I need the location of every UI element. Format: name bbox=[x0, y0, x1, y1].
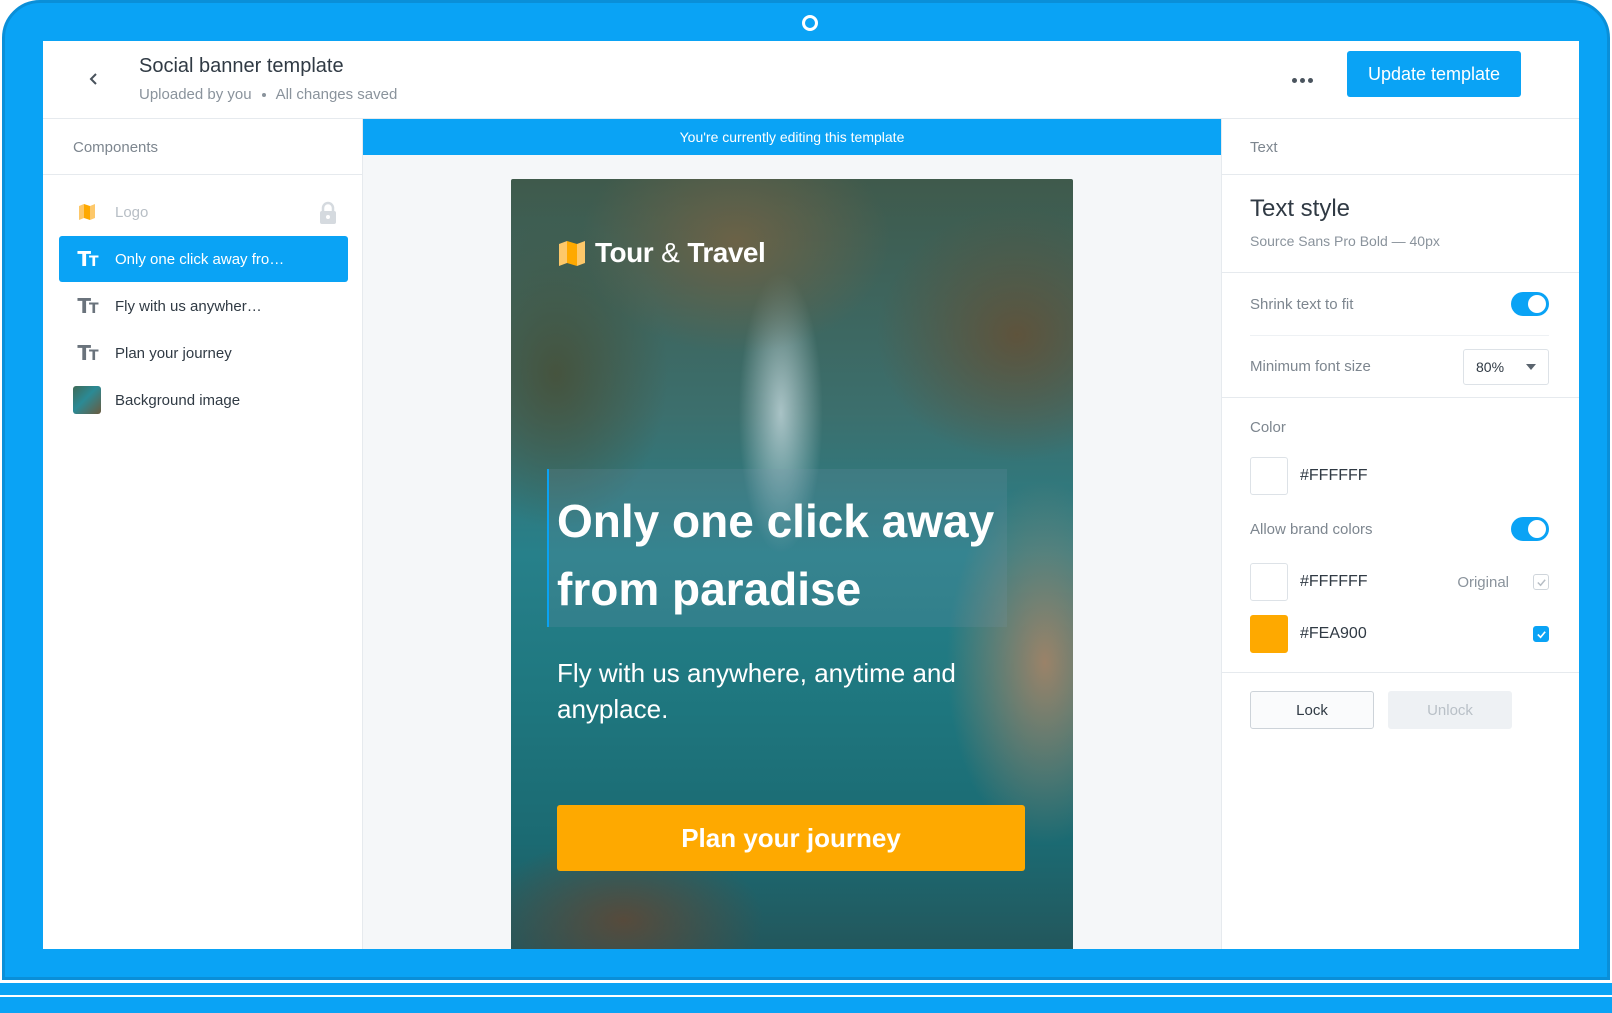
update-template-button[interactable]: Update template bbox=[1347, 51, 1521, 97]
brand-hex-orange: #FEA900 bbox=[1300, 625, 1367, 642]
document-meta: Uploaded by you All changes saved bbox=[139, 86, 397, 103]
component-item-subline[interactable]: TT Fly with us anywher… bbox=[59, 283, 348, 329]
more-horizontal-icon bbox=[1291, 77, 1297, 83]
color-label: Color bbox=[1250, 418, 1286, 436]
device-frame: Social banner template Uploaded by you A… bbox=[2, 0, 1610, 980]
banner-cta-button[interactable]: Plan your journey bbox=[557, 805, 1025, 871]
shrink-toggle[interactable] bbox=[1511, 292, 1549, 316]
text-icon: TT bbox=[73, 339, 101, 367]
lock-buttons: Lock Unlock bbox=[1222, 673, 1579, 729]
back-button[interactable] bbox=[79, 61, 109, 97]
shrink-row: Shrink text to fit bbox=[1250, 273, 1549, 335]
banner-subline[interactable]: Fly with us anywhere, anytime and anypla… bbox=[557, 655, 957, 727]
device-base bbox=[0, 983, 1612, 1013]
banner-logo[interactable]: Tour & Travel bbox=[557, 237, 766, 269]
unlock-button[interactable]: Unlock bbox=[1388, 691, 1512, 729]
social-banner-preview[interactable]: Tour & Travel Only one click away from p… bbox=[511, 179, 1073, 949]
chevron-left-icon bbox=[89, 73, 97, 85]
current-color-row[interactable]: #FFFFFF bbox=[1250, 450, 1549, 502]
brand-colors-row: Allow brand colors bbox=[1250, 502, 1549, 556]
background-thumbnail bbox=[73, 386, 101, 414]
component-item-headline[interactable]: TT Only one click away fro… bbox=[59, 236, 348, 282]
logo-text-tour: Tour bbox=[595, 237, 654, 268]
properties-heading: Text bbox=[1222, 119, 1579, 175]
camera-icon bbox=[802, 15, 818, 31]
text-glyph: TT bbox=[77, 294, 98, 318]
uploaded-by: Uploaded by you bbox=[139, 86, 252, 103]
min-font-value: 80% bbox=[1476, 358, 1505, 375]
text-style-title: Text style bbox=[1250, 195, 1351, 222]
brand-color-row-white: #FFFFFF Original bbox=[1250, 556, 1549, 608]
color-hex: #FFFFFF bbox=[1300, 467, 1368, 484]
document-title: Social banner template bbox=[139, 55, 344, 77]
lock-button[interactable]: Lock bbox=[1250, 691, 1374, 729]
text-icon: TT bbox=[73, 292, 101, 320]
save-status: All changes saved bbox=[275, 86, 398, 103]
shrink-label: Shrink text to fit bbox=[1250, 295, 1354, 313]
text-icon: TT bbox=[73, 245, 101, 273]
text-glyph: TT bbox=[77, 247, 98, 271]
map-logo-icon bbox=[559, 241, 585, 266]
more-dot bbox=[1307, 77, 1313, 83]
banner-headline[interactable]: Only one click away from paradise bbox=[557, 487, 1017, 623]
canvas-area: You're currently editing this template T… bbox=[363, 119, 1221, 949]
more-options-button[interactable] bbox=[1285, 65, 1319, 95]
min-font-row: Minimum font size 80% bbox=[1250, 335, 1549, 397]
title-block: Social banner template Uploaded by you A… bbox=[139, 55, 397, 103]
component-label: Background image bbox=[115, 391, 241, 409]
properties-panel: Text Text style Source Sans Pro Bold — 4… bbox=[1221, 119, 1579, 949]
components-panel: Components Logo TT Only one click away f… bbox=[43, 119, 363, 949]
original-label: Original bbox=[1457, 573, 1509, 591]
brand-colors-toggle[interactable] bbox=[1511, 517, 1549, 541]
text-style-font: Source Sans Pro Bold — 40px bbox=[1250, 233, 1440, 249]
color-section: Color #FFFFFF Allow brand colors #FFFFFF… bbox=[1222, 398, 1579, 673]
brand-swatch-white[interactable] bbox=[1250, 563, 1288, 601]
brand-swatch-orange[interactable] bbox=[1250, 615, 1288, 653]
component-label: Plan your journey bbox=[115, 344, 232, 362]
component-item-logo[interactable]: Logo bbox=[59, 189, 348, 235]
app-screen: Social banner template Uploaded by you A… bbox=[43, 41, 1579, 949]
logo-text-amp: & bbox=[661, 237, 680, 268]
brand-checkbox-orange[interactable] bbox=[1533, 626, 1549, 642]
component-label: Logo bbox=[115, 203, 149, 221]
image-thumbnail bbox=[73, 386, 101, 414]
check-icon bbox=[1536, 578, 1546, 586]
brand-hex-white: #FFFFFF bbox=[1300, 573, 1368, 590]
min-font-select[interactable]: 80% bbox=[1463, 348, 1549, 385]
color-swatch-white[interactable] bbox=[1250, 457, 1288, 495]
component-item-cta[interactable]: TT Plan your journey bbox=[59, 330, 348, 376]
more-dot bbox=[1299, 77, 1305, 83]
brand-checkbox-white[interactable] bbox=[1533, 574, 1549, 590]
component-label: Only one click away fro… bbox=[115, 250, 285, 268]
component-label: Fly with us anywher… bbox=[115, 297, 262, 315]
caret-down-icon bbox=[1526, 363, 1536, 370]
sizing-section: Shrink text to fit Minimum font size 80% bbox=[1222, 273, 1579, 398]
logo-icon bbox=[73, 198, 101, 226]
separator-dot bbox=[261, 92, 266, 97]
brand-color-row-orange: #FEA900 bbox=[1250, 608, 1549, 660]
brand-colors-label: Allow brand colors bbox=[1250, 520, 1373, 538]
top-bar: Social banner template Uploaded by you A… bbox=[43, 41, 1579, 119]
check-icon bbox=[1536, 630, 1546, 638]
text-glyph: TT bbox=[77, 341, 98, 365]
component-item-background[interactable]: Background image bbox=[59, 377, 348, 423]
components-heading: Components bbox=[43, 119, 362, 175]
min-font-label: Minimum font size bbox=[1250, 358, 1371, 375]
editing-notice: You're currently editing this template bbox=[363, 119, 1221, 155]
components-list: Logo TT Only one click away fro… TT Fly … bbox=[43, 175, 362, 423]
text-style-section: Text style Source Sans Pro Bold — 40px bbox=[1222, 175, 1579, 273]
lock-icon bbox=[320, 201, 336, 224]
logo-text-travel: Travel bbox=[687, 237, 766, 268]
